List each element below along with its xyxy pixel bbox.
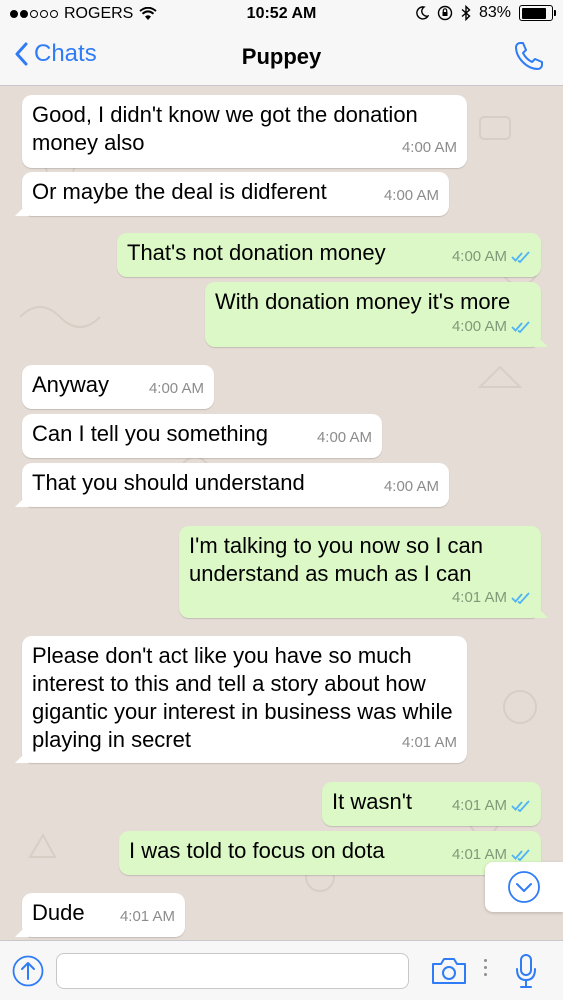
microphone-button[interactable] bbox=[515, 953, 537, 994]
message-bubble-incoming[interactable]: Can I tell you something 4:00 AM bbox=[22, 414, 382, 458]
call-button[interactable] bbox=[513, 40, 545, 77]
camera-icon bbox=[432, 958, 466, 984]
rotation-lock-icon bbox=[437, 5, 453, 21]
moon-icon bbox=[416, 6, 429, 20]
message-bubble-incoming[interactable]: Anyway 4:00 AM bbox=[22, 365, 214, 409]
battery-percent: 83% bbox=[478, 4, 511, 21]
camera-button[interactable] bbox=[431, 957, 467, 990]
message-bubble-incoming[interactable]: Please don't act like you have so much i… bbox=[22, 636, 467, 763]
message-meta: 4:01 AM bbox=[452, 792, 531, 820]
double-check-icon bbox=[511, 849, 530, 861]
message-time: 4:00 AM bbox=[383, 187, 439, 204]
message-time: 4:00 AM bbox=[148, 380, 204, 397]
message-text: Please don't act like you have so much i… bbox=[32, 643, 453, 752]
message-bubble-outgoing[interactable]: It wasn't 4:01 AM bbox=[322, 782, 541, 826]
message-meta: 4:00 AM bbox=[452, 313, 531, 341]
message-time: 4:00 AM bbox=[451, 248, 507, 265]
separator-dots bbox=[484, 959, 487, 976]
message-bubble-outgoing[interactable]: I'm talking to you now so I can understa… bbox=[179, 526, 541, 618]
message-time: 4:00 AM bbox=[451, 318, 507, 335]
message-bubble-outgoing[interactable]: That's not donation money 4:00 AM bbox=[117, 233, 541, 277]
message-time: 4:01 AM bbox=[119, 908, 175, 925]
phone-icon bbox=[515, 42, 543, 70]
message-time: 4:01 AM bbox=[401, 734, 457, 751]
message-bubble-incoming[interactable]: Good, I didn't know we got the donation … bbox=[22, 95, 467, 168]
microphone-icon bbox=[516, 954, 536, 988]
message-time: 4:01 AM bbox=[451, 589, 507, 606]
message-time: 4:00 AM bbox=[383, 478, 439, 495]
arrow-up-icon bbox=[12, 955, 44, 987]
message-bubble-incoming[interactable]: That you should understand 4:00 AM bbox=[22, 463, 449, 507]
upload-button[interactable] bbox=[12, 955, 44, 992]
message-time: 4:00 AM bbox=[316, 429, 372, 446]
status-bar: ROGERS 10:52 AM 83% bbox=[0, 0, 563, 30]
double-check-icon bbox=[511, 321, 530, 333]
bluetooth-icon bbox=[461, 5, 471, 21]
double-check-icon bbox=[511, 251, 530, 263]
message-text: I'm talking to you now so I can understa… bbox=[189, 533, 484, 586]
nav-bar: Chats Puppey bbox=[0, 30, 563, 86]
message-bubble-incoming[interactable]: Dude 4:01 AM bbox=[22, 893, 185, 937]
input-bar bbox=[0, 940, 563, 1000]
message-meta: 4:01 AM bbox=[452, 584, 531, 612]
message-time: 4:00 AM bbox=[401, 139, 457, 156]
message-bubble-incoming[interactable]: Or maybe the deal is didferent 4:00 AM bbox=[22, 172, 449, 216]
message-meta: 4:00 AM bbox=[452, 243, 531, 271]
double-check-icon bbox=[511, 800, 530, 812]
status-icons: 83% bbox=[415, 4, 556, 22]
scroll-to-bottom-button[interactable] bbox=[485, 862, 563, 912]
message-bubble-outgoing[interactable]: With donation money it's more 4:00 AM bbox=[205, 282, 541, 347]
message-text: With donation money it's more bbox=[215, 289, 511, 314]
message-bubble-outgoing[interactable]: I was told to focus on dota 4:01 AM bbox=[119, 831, 541, 875]
message-text: Good, I didn't know we got the donation … bbox=[32, 102, 418, 155]
message-time: 4:01 AM bbox=[451, 797, 507, 814]
battery-icon bbox=[519, 5, 556, 21]
chat-area[interactable]: Good, I didn't know we got the donation … bbox=[0, 87, 563, 940]
chevron-down-icon bbox=[508, 871, 540, 903]
double-check-icon bbox=[511, 592, 530, 604]
chat-title[interactable]: Puppey bbox=[0, 44, 563, 70]
message-text: Or maybe the deal is didferent bbox=[32, 179, 327, 204]
message-input[interactable] bbox=[56, 953, 409, 989]
message-text: That you should understand bbox=[32, 470, 305, 495]
